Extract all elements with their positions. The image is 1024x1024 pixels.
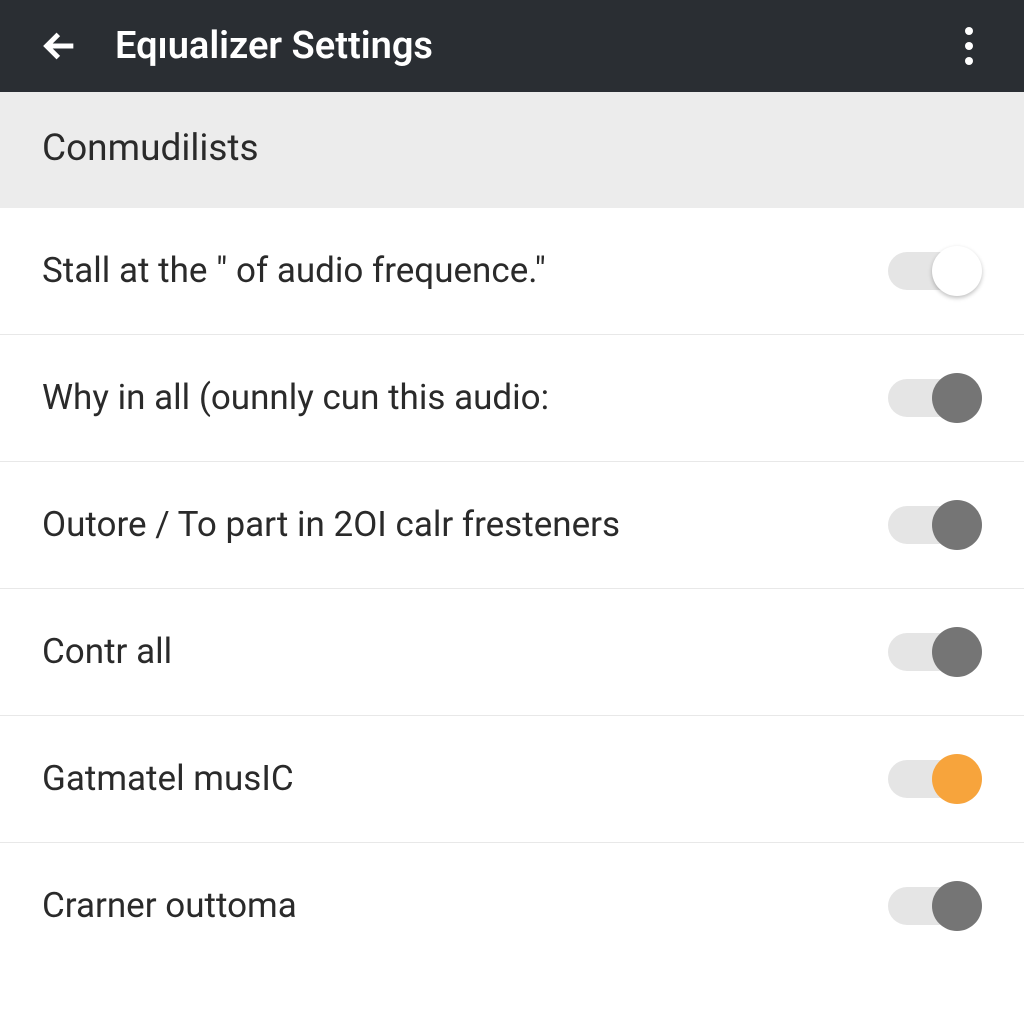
list-item-label: Gatmatel musIC	[42, 755, 294, 802]
toggle-switch[interactable]	[888, 754, 982, 804]
list-item[interactable]: Gatmatel musIC	[0, 716, 1024, 843]
list-item-label: Why in all (ounnly cun this audio:	[42, 374, 549, 421]
list-item[interactable]: Outore / To part in 2OI calr fresteners	[0, 462, 1024, 589]
back-button[interactable]	[35, 21, 85, 71]
page-title: Eqıualizer Settings	[115, 24, 433, 68]
list-item-label: Crarner outtoma	[42, 882, 297, 929]
list-item[interactable]: Crarner outtoma	[0, 843, 1024, 969]
toggle-thumb	[932, 627, 982, 677]
list-item[interactable]: Contr all	[0, 589, 1024, 716]
toggle-switch[interactable]	[888, 627, 982, 677]
toggle-thumb	[932, 373, 982, 423]
list-item-label: Contr all	[42, 628, 172, 675]
arrow-left-icon	[40, 26, 80, 66]
toggle-switch[interactable]	[888, 881, 982, 931]
list-item[interactable]: Why in all (ounnly cun this audio:	[0, 335, 1024, 462]
list-item-label: Outore / To part in 2OI calr fresteners	[42, 501, 620, 548]
toggle-thumb	[932, 881, 982, 931]
list-item[interactable]: Stall at the " of audio frequence."	[0, 208, 1024, 335]
app-bar: Eqıualizer Settings	[0, 0, 1024, 92]
more-vert-icon	[965, 42, 973, 50]
toggle-switch[interactable]	[888, 246, 982, 296]
list-item-label: Stall at the " of audio frequence."	[42, 247, 546, 294]
more-vert-icon	[965, 57, 973, 65]
toggle-thumb	[932, 500, 982, 550]
section-header-label: Conmudilists	[42, 127, 982, 170]
toggle-thumb	[932, 246, 982, 296]
overflow-menu-button[interactable]	[949, 21, 989, 71]
toggle-switch[interactable]	[888, 500, 982, 550]
section-header: Conmudilists	[0, 92, 1024, 208]
settings-list: Stall at the " of audio frequence." Why …	[0, 208, 1024, 969]
toggle-switch[interactable]	[888, 373, 982, 423]
more-vert-icon	[965, 27, 973, 35]
toggle-thumb	[932, 754, 982, 804]
